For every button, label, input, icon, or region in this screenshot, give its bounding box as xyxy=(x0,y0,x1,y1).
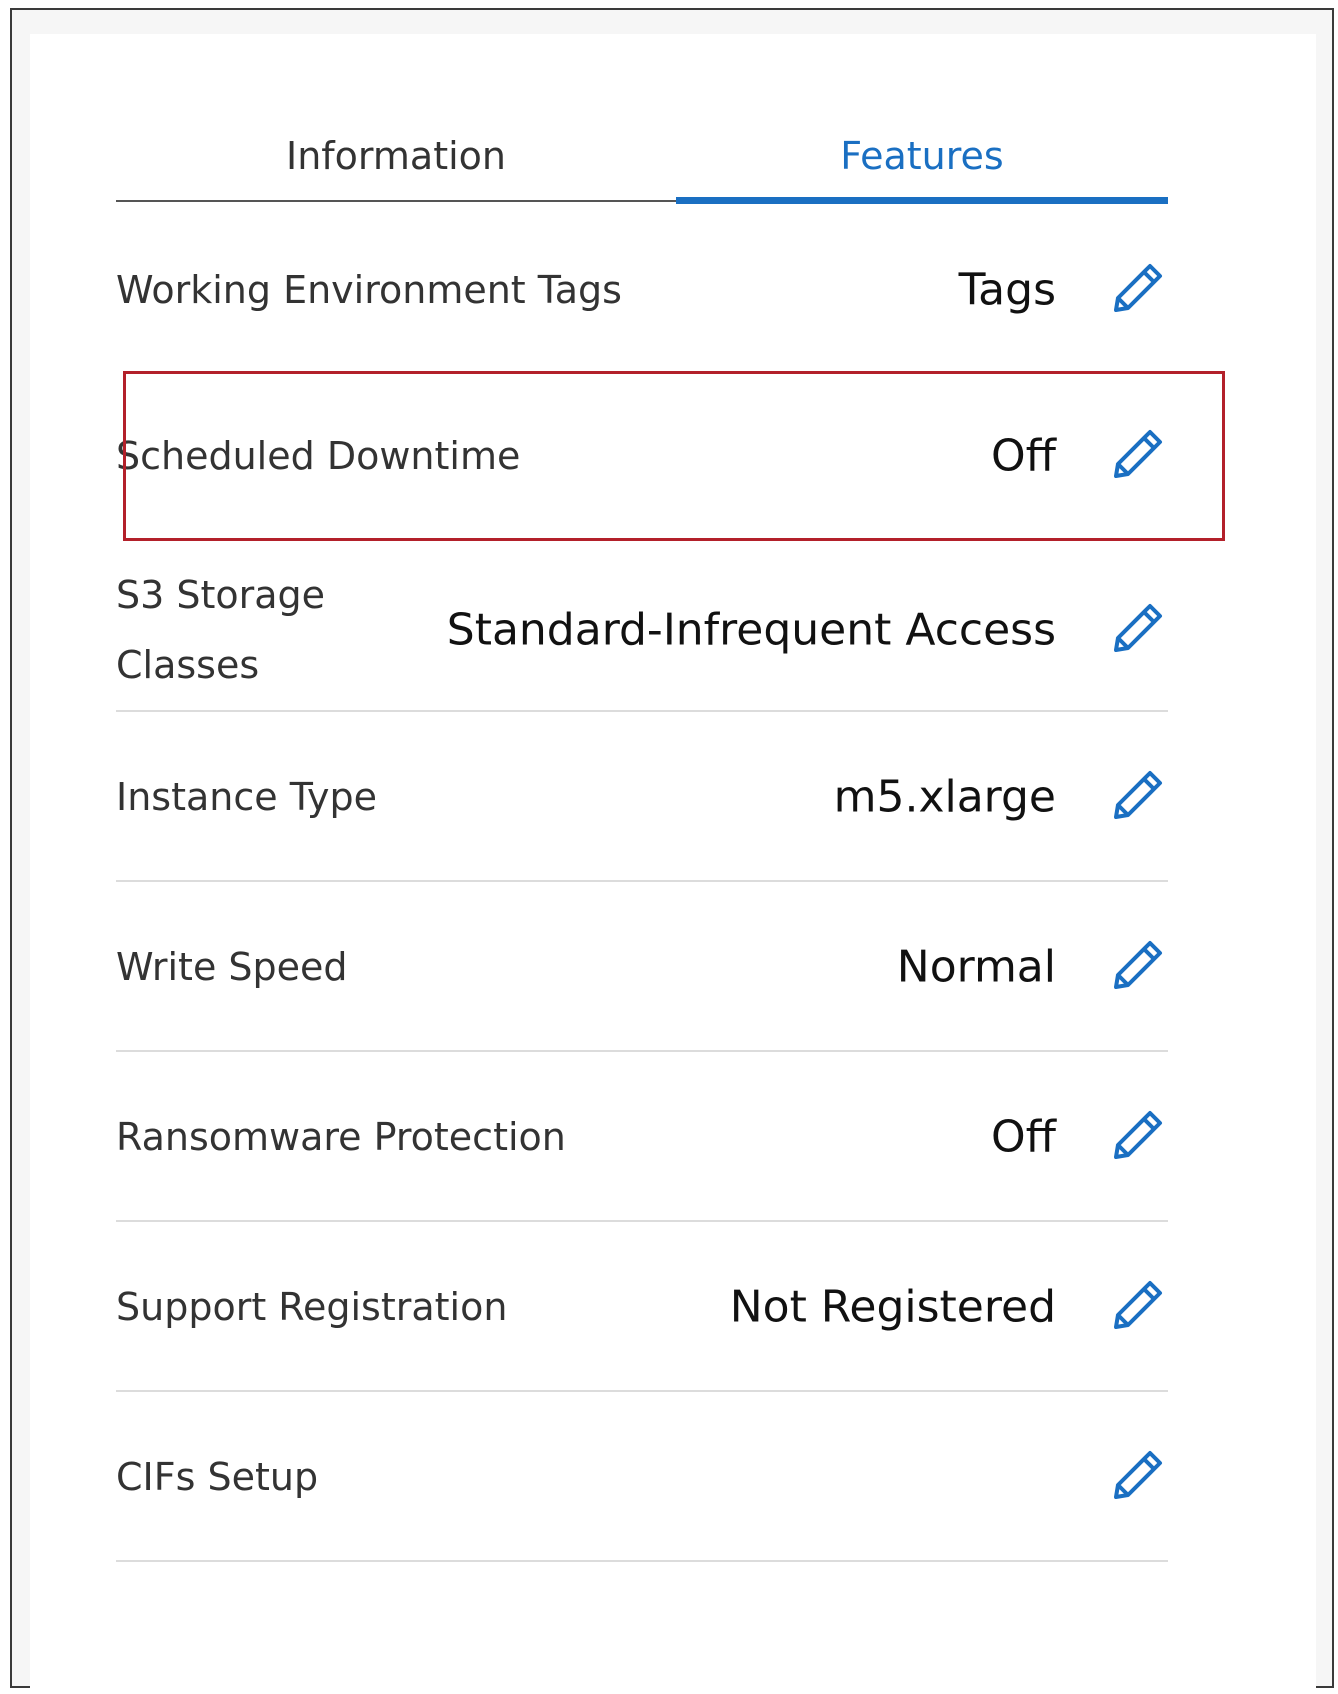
feature-label: Ransomware Protection xyxy=(116,1115,566,1159)
edit-ransomware-protection-button[interactable] xyxy=(1104,1105,1168,1169)
feature-row-tags: Working Environment Tags Tags xyxy=(116,210,1168,370)
feature-label: Write Speed xyxy=(116,945,348,989)
row-divider xyxy=(116,1560,1168,1562)
pencil-icon xyxy=(1114,604,1162,652)
pencil-icon xyxy=(1114,264,1162,312)
edit-support-registration-button[interactable] xyxy=(1104,1275,1168,1339)
tab-features[interactable]: Features xyxy=(676,92,1168,204)
tab-information-label: Information xyxy=(286,134,506,178)
feature-value: Off xyxy=(991,1111,1056,1163)
edit-write-speed-button[interactable] xyxy=(1104,935,1168,999)
feature-row-write-speed: Write Speed Normal xyxy=(116,882,1168,1052)
edit-cifs-setup-button[interactable] xyxy=(1104,1445,1168,1509)
feature-value: Off xyxy=(991,430,1056,482)
edit-instance-type-button[interactable] xyxy=(1104,765,1168,829)
feature-label: Support Registration xyxy=(116,1285,508,1329)
feature-row-cifs-setup: CIFs Setup xyxy=(116,1392,1168,1562)
feature-value: m5.xlarge xyxy=(833,771,1056,823)
feature-label: Working Environment Tags xyxy=(116,268,622,312)
pencil-icon xyxy=(1114,941,1162,989)
tab-bar: Information Features xyxy=(116,92,1168,204)
feature-value: Normal xyxy=(896,941,1056,993)
feature-label: Scheduled Downtime xyxy=(116,434,521,478)
pencil-icon xyxy=(1114,1281,1162,1329)
pencil-icon xyxy=(1114,1111,1162,1159)
feature-label: Instance Type xyxy=(116,775,377,819)
feature-row-instance-type: Instance Type m5.xlarge xyxy=(116,712,1168,882)
tab-information[interactable]: Information xyxy=(116,92,676,204)
feature-value: Not Registered xyxy=(729,1281,1056,1333)
feature-row-scheduled-downtime: Scheduled Downtime Off xyxy=(116,376,1168,536)
feature-value: Standard-Infrequent Access xyxy=(446,604,1056,656)
tab-features-label: Features xyxy=(840,134,1004,178)
feature-row-s3-storage-classes: S3 Storage Classes Standard-Infrequent A… xyxy=(116,548,1168,712)
edit-scheduled-downtime-button[interactable] xyxy=(1104,424,1168,488)
edit-tags-button[interactable] xyxy=(1104,258,1168,322)
active-tab-indicator xyxy=(676,197,1168,204)
feature-label: S3 Storage Classes xyxy=(116,573,326,687)
feature-label: CIFs Setup xyxy=(116,1455,319,1499)
feature-row-support-registration: Support Registration Not Registered xyxy=(116,1222,1168,1392)
pencil-icon xyxy=(1114,430,1162,478)
edit-s3-storage-classes-button[interactable] xyxy=(1104,598,1168,662)
pencil-icon xyxy=(1114,771,1162,819)
feature-row-ransomware-protection: Ransomware Protection Off xyxy=(116,1052,1168,1222)
feature-value: Tags xyxy=(958,264,1056,316)
pencil-icon xyxy=(1114,1451,1162,1499)
